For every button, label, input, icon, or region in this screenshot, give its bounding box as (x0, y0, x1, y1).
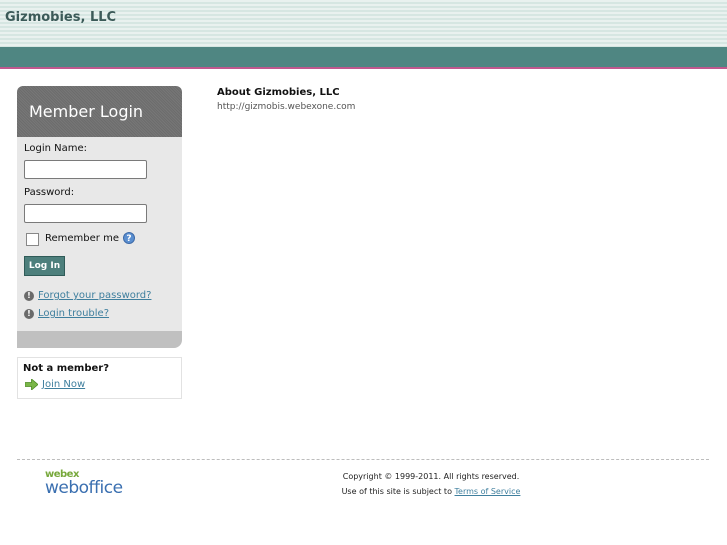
not-a-member-box: Not a member? Join Now (17, 357, 182, 399)
not-a-member-title: Not a member? (23, 363, 110, 374)
login-panel-header: Member Login (17, 86, 182, 137)
login-button[interactable]: Log In (24, 256, 65, 276)
login-name-label: Login Name: (24, 143, 88, 154)
terms-of-service-link[interactable]: Terms of Service (455, 487, 521, 496)
forgot-password-row: ! Forgot your password? (24, 290, 151, 301)
footer-divider (17, 459, 709, 460)
logo-weboffice-text: weboffice (45, 478, 123, 498)
join-now-row: Join Now (23, 379, 176, 390)
join-now-link[interactable]: Join Now (42, 379, 85, 390)
password-label: Password: (24, 187, 75, 198)
login-heading: Member Login (29, 102, 144, 121)
member-login-panel: Member Login Login Name: Password: Remem… (17, 86, 182, 348)
forgot-password-link[interactable]: Forgot your password? (38, 290, 151, 301)
terms-prefix: Use of this site is subject to (341, 487, 455, 496)
remember-me-label: Remember me (45, 232, 119, 244)
info-icon: ! (24, 290, 34, 301)
about-url: http://gizmobis.webexone.com (217, 102, 356, 112)
password-input[interactable] (24, 204, 147, 223)
login-form: Login Name: Password: Remember me ? Log … (17, 137, 182, 331)
about-title: About Gizmobies, LLC (217, 87, 340, 98)
terms-line: Use of this site is subject to Terms of … (260, 487, 602, 496)
webex-weboffice-logo: webex weboffice (45, 470, 123, 497)
site-title: Gizmobies, LLC (5, 10, 117, 25)
login-trouble-row: ! Login trouble? (24, 308, 109, 319)
site-header: Gizmobies, LLC (0, 0, 727, 47)
remember-me-checkbox[interactable] (26, 233, 39, 246)
login-trouble-link[interactable]: Login trouble? (38, 308, 109, 319)
help-icon[interactable]: ? (122, 232, 135, 244)
copyright-text: Copyright © 1999-2011. All rights reserv… (342, 472, 520, 481)
nav-bar (0, 47, 727, 67)
login-name-input[interactable] (24, 160, 147, 179)
remember-me-row: Remember me ? (24, 230, 175, 246)
arrow-right-icon (25, 379, 38, 390)
login-panel-footer (17, 331, 182, 348)
info-icon: ! (24, 308, 34, 319)
header-divider (0, 67, 727, 69)
